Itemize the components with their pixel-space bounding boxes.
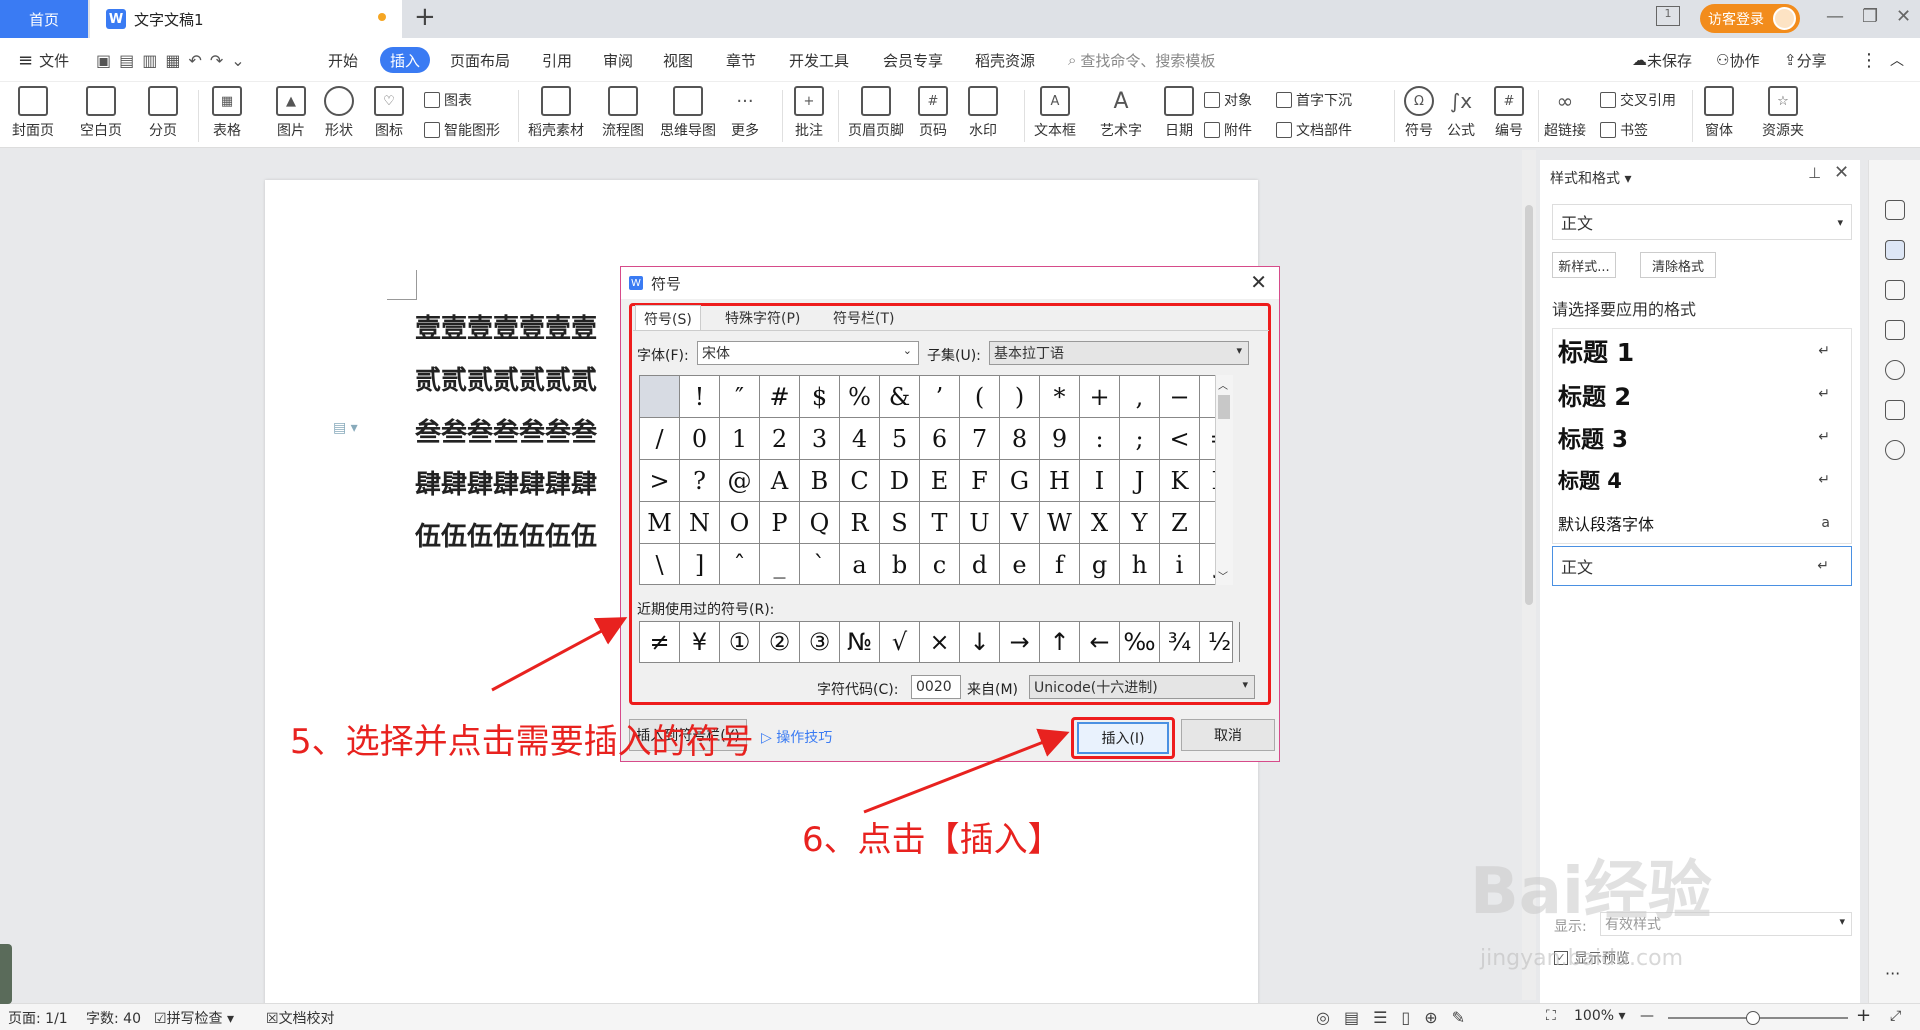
annotation-step6: 6、点击【插入】 (802, 820, 1062, 860)
arrow-to-insert (863, 728, 1070, 814)
arrow-to-symbols (491, 617, 628, 692)
annotation-step5: 5、选择并点击需要插入的符号 (290, 722, 754, 762)
annotation-arrows (491, 617, 1070, 814)
